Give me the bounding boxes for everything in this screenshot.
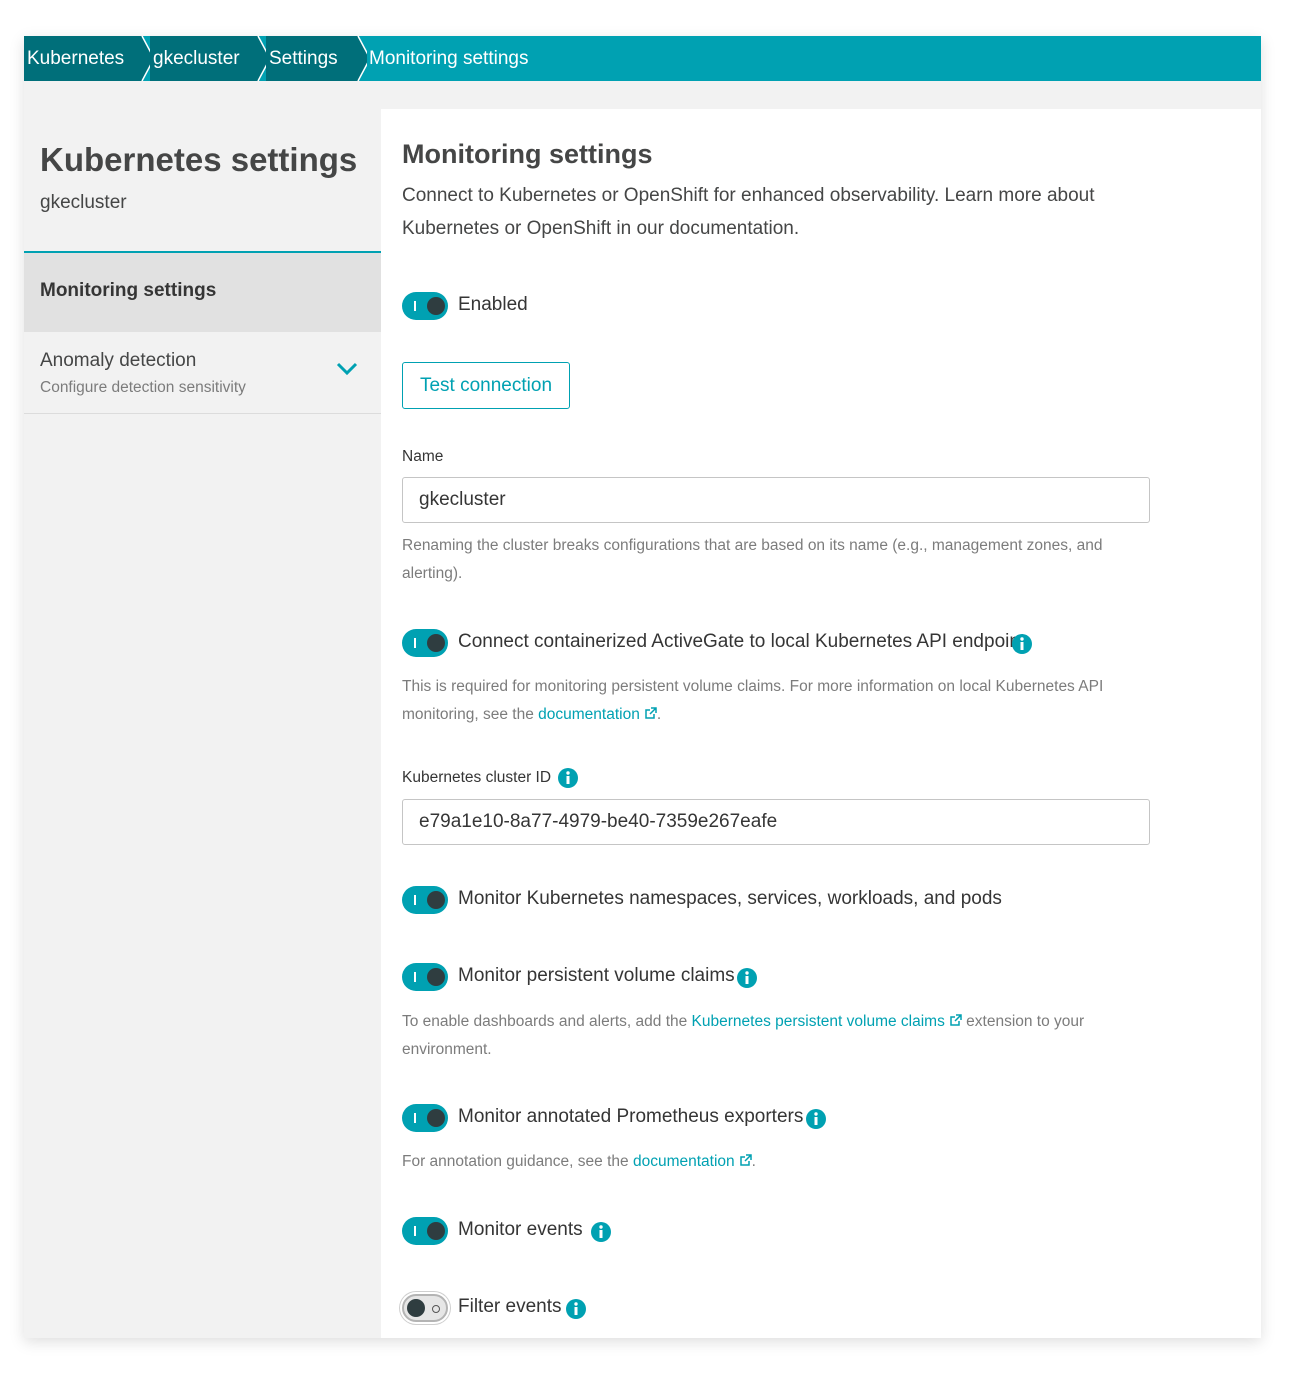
cluster-id-label: Kubernetes cluster ID: [402, 769, 552, 786]
link-label: Kubernetes persistent volume claims: [691, 1013, 945, 1030]
sidebar-title: Kubernetes settings: [40, 141, 358, 178]
monitor-prometheus-help: For annotation guidance, see the documen…: [402, 1148, 1142, 1176]
help-text: .: [751, 1153, 756, 1170]
test-connection-button[interactable]: Test connection: [402, 362, 570, 409]
sidebar-item-anomaly-detection[interactable]: Anomaly detection Configure detection se…: [24, 332, 381, 414]
page-description: Connect to Kubernetes or OpenShift for e…: [402, 185, 1095, 239]
monitor-pvc-toggle[interactable]: [402, 963, 448, 991]
app-frame: Kubernetes gkecluster Settings Monitorin…: [24, 36, 1261, 1338]
external-link-icon: [950, 1014, 962, 1026]
link-label: documentation: [632, 1153, 735, 1170]
sidebar-item-label: Anomaly detection: [40, 350, 197, 371]
info-icon[interactable]: [806, 1109, 826, 1129]
sidebar-item-monitoring-settings[interactable]: Monitoring settings: [24, 253, 381, 332]
documentation-link[interactable]: documentation: [538, 706, 657, 723]
connect-activegate-toggle[interactable]: [402, 629, 448, 657]
cluster-id-input[interactable]: [402, 799, 1150, 845]
external-link-icon: [645, 707, 657, 719]
settings-panel: Monitoring settings Connect to Kubernete…: [381, 109, 1261, 1338]
breadcrumb-gkecluster[interactable]: gkecluster: [150, 36, 250, 81]
breadcrumb-kubernetes[interactable]: Kubernetes: [24, 36, 134, 81]
connect-activegate-label: Connect containerized ActiveGate to loca…: [458, 631, 1026, 652]
page-title: Monitoring settings: [402, 139, 653, 169]
name-help-text: Renaming the cluster breaks configuratio…: [402, 537, 1103, 582]
info-icon[interactable]: [558, 768, 578, 788]
enabled-toggle[interactable]: [402, 292, 448, 320]
help-text: For annotation guidance, see the: [402, 1153, 633, 1170]
pvc-extension-link[interactable]: Kubernetes persistent volume claims: [692, 1013, 962, 1030]
connect-activegate-help: This is required for monitoring persiste…: [402, 673, 1142, 729]
monitor-prometheus-toggle[interactable]: [402, 1104, 448, 1132]
link-label: documentation: [538, 706, 640, 723]
info-icon[interactable]: [566, 1299, 586, 1319]
chevron-right-icon: [347, 36, 367, 81]
sidebar-item-label: Monitoring settings: [40, 280, 217, 301]
monitor-prometheus-label: Monitor annotated Prometheus exporters: [458, 1106, 804, 1127]
monitor-events-label: Monitor events: [458, 1219, 583, 1240]
enabled-label: Enabled: [458, 294, 528, 315]
documentation-link[interactable]: documentation: [633, 1153, 752, 1170]
filter-events-label: Filter events: [458, 1296, 562, 1317]
monitor-events-toggle[interactable]: [402, 1217, 448, 1245]
sidebar: Kubernetes settings gkecluster Monitorin…: [24, 81, 381, 1338]
name-input[interactable]: [402, 477, 1150, 523]
sidebar-item-description: Configure detection sensitivity: [40, 379, 246, 396]
monitor-namespaces-toggle[interactable]: [402, 886, 448, 914]
sidebar-subtitle: gkecluster: [40, 192, 127, 213]
breadcrumb: Kubernetes gkecluster Settings Monitorin…: [24, 36, 1261, 81]
breadcrumb-settings[interactable]: Settings: [266, 36, 350, 81]
help-text: This is required for monitoring persiste…: [402, 678, 1104, 723]
help-text: .: [656, 706, 662, 723]
monitor-pvc-label: Monitor persistent volume claims: [458, 965, 735, 986]
chevron-down-icon[interactable]: [336, 362, 358, 381]
monitor-pvc-help: To enable dashboards and alerts, add the…: [402, 1008, 1142, 1064]
info-icon[interactable]: [591, 1222, 611, 1242]
info-icon[interactable]: [737, 968, 757, 988]
help-text: To enable dashboards and alerts, add the: [402, 1013, 692, 1030]
external-link-icon: [739, 1154, 752, 1166]
monitor-namespaces-label: Monitor Kubernetes namespaces, services,…: [458, 888, 1002, 909]
filter-events-toggle[interactable]: [402, 1294, 448, 1322]
name-label: Name: [402, 448, 444, 465]
breadcrumb-monitoring-settings: Monitoring settings: [369, 48, 529, 69]
info-icon[interactable]: [1012, 634, 1032, 654]
